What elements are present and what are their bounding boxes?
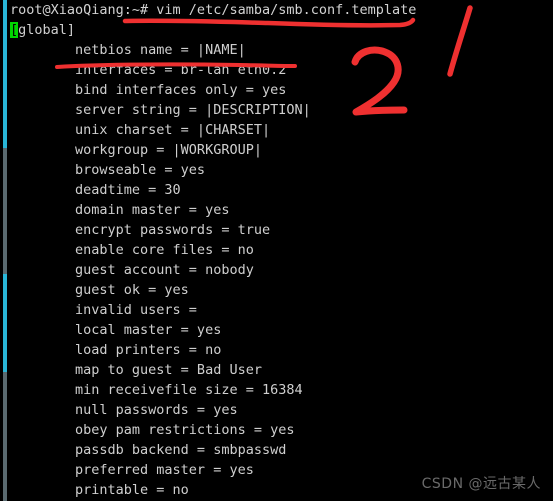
config-line: load printers = no [10, 342, 222, 358]
config-line: passdb backend = smbpasswd [10, 442, 287, 458]
config-line: local master = yes [10, 322, 222, 338]
section-header-text: global] [18, 22, 76, 38]
config-line: browseable = yes [10, 162, 206, 178]
config-line: obey pam restrictions = yes [10, 422, 295, 438]
config-line: netbios name = |NAME| [10, 42, 246, 58]
scrollbar-gutter[interactable] [0, 0, 9, 501]
vim-cursor: [ [10, 22, 19, 38]
scrollbar-thumb-upper[interactable] [3, 0, 7, 148]
scrollbar-thumb-lower[interactable] [3, 274, 7, 372]
shell-prompt-line: root@XiaoQiang:~# vim /etc/samba/smb.con… [10, 2, 417, 18]
config-line: bind interfaces only = yes [10, 82, 287, 98]
config-line: map to guest = Bad User [10, 362, 262, 378]
config-line: workgroup = |WORKGROUP| [10, 142, 262, 158]
config-line: interfaces = br-lan eth0.2 [10, 62, 287, 78]
config-line: guest account = nobody [10, 262, 254, 278]
config-line: invalid users = [10, 302, 197, 318]
config-line: unix charset = |CHARSET| [10, 122, 271, 138]
config-line: min receivefile size = 16384 [10, 382, 303, 398]
config-section-header: [global] [10, 20, 550, 40]
csdn-watermark: CSDN @远古某人 [421, 476, 541, 492]
config-line-list: netbios name = |NAME| interfaces = br-la… [10, 40, 550, 501]
config-line: encrypt passwords = true [10, 222, 271, 238]
config-line: enable core files = no [10, 242, 254, 258]
terminal-window: root@XiaoQiang:~# vim /etc/samba/smb.con… [0, 0, 553, 501]
terminal-text-area[interactable]: root@XiaoQiang:~# vim /etc/samba/smb.con… [10, 0, 550, 501]
config-line: domain master = yes [10, 202, 230, 218]
config-line: server string = |DESCRIPTION| [10, 102, 311, 118]
config-line: guest ok = yes [10, 282, 189, 298]
config-line: null passwords = yes [10, 402, 238, 418]
config-line: deadtime = 30 [10, 182, 181, 198]
